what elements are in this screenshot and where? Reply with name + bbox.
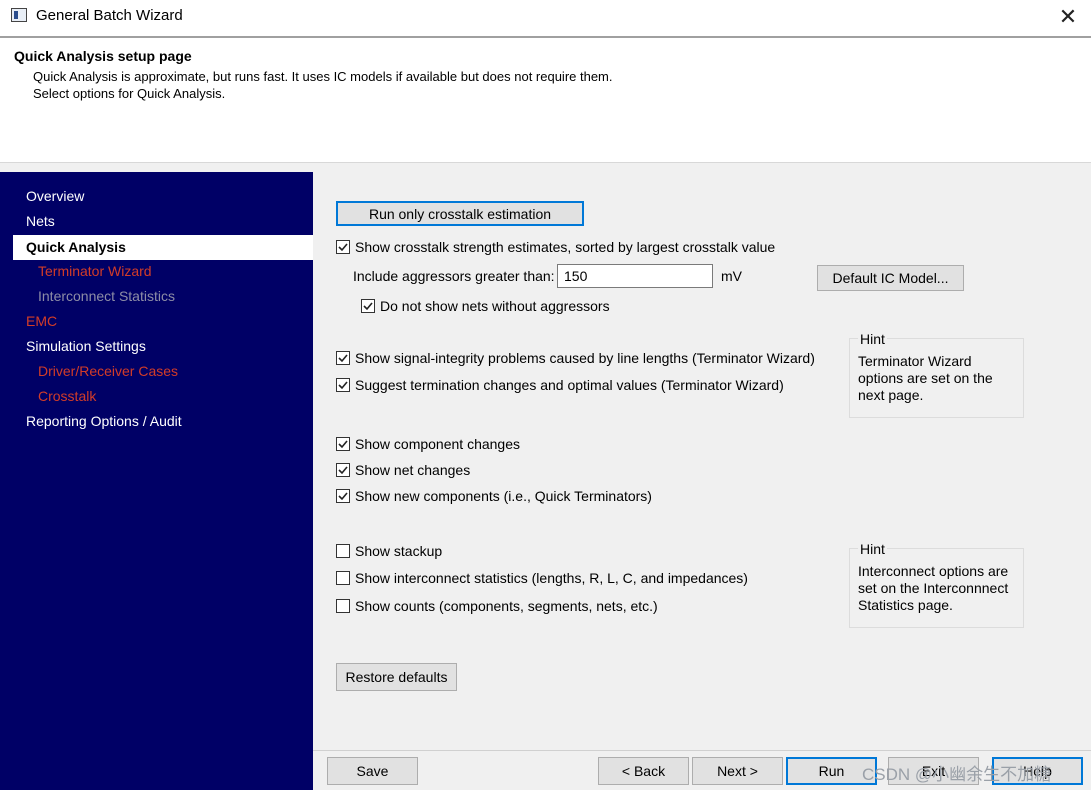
checkbox-label: Show crosstalk strength estimates, sorte… xyxy=(355,239,776,255)
interconnect-statistics-checkbox[interactable]: Show interconnect statistics (lengths, R… xyxy=(336,570,748,586)
title-bar: General Batch Wizard ✕ xyxy=(0,0,1091,36)
checkbox-box[interactable] xyxy=(336,489,350,503)
checkmark-icon xyxy=(363,302,373,311)
hint-text: Interconnect options are set on the Inte… xyxy=(858,563,1008,614)
checkbox-box[interactable] xyxy=(336,463,350,477)
termination-checkbox[interactable]: Suggest termination changes and optimal … xyxy=(336,377,784,393)
crosstalk-estimates-checkbox[interactable]: Show crosstalk strength estimates, sorte… xyxy=(336,239,775,255)
checkbox-label: Show signal-integrity problems caused by… xyxy=(355,350,815,366)
net-changes-checkbox[interactable]: Show net changes xyxy=(336,462,470,478)
checkbox-label: Show component changes xyxy=(355,436,520,452)
new-components-checkbox[interactable]: Show new components (i.e., Quick Termina… xyxy=(336,488,652,504)
watermark-text: CSDN @小幽余生不加糖 xyxy=(862,765,1052,784)
checkbox-label: Do not show nets without aggressors xyxy=(380,298,610,314)
hint-line: Terminator Wizard xyxy=(858,353,972,369)
app-icon xyxy=(11,8,27,22)
header-separator xyxy=(0,162,1091,172)
checkbox-box[interactable] xyxy=(336,544,350,558)
sidebar-item-nets[interactable]: Nets xyxy=(26,213,55,229)
hint-interconnect: Hint Interconnect options are set on the… xyxy=(849,541,1024,628)
page-description: Quick Analysis is approximate, but runs … xyxy=(33,69,613,84)
restore-defaults-button[interactable]: Restore defaults xyxy=(336,663,457,691)
checkmark-icon xyxy=(338,381,348,390)
next-button[interactable]: Next > xyxy=(692,757,783,785)
aggressor-unit: mV xyxy=(721,268,742,284)
checkmark-icon xyxy=(338,466,348,475)
footer-divider xyxy=(313,750,1091,751)
aggressor-threshold-input[interactable]: 150 xyxy=(557,264,713,288)
close-icon[interactable]: ✕ xyxy=(1045,0,1091,33)
checkbox-box[interactable] xyxy=(336,351,350,365)
checkbox-box[interactable] xyxy=(336,571,350,585)
save-button[interactable]: Save xyxy=(327,757,418,785)
hint-title: Hint xyxy=(858,541,887,557)
hint-terminator: Hint Terminator Wizard options are set o… xyxy=(849,331,1024,418)
component-changes-checkbox[interactable]: Show component changes xyxy=(336,436,520,452)
checkbox-label: Show counts (components, segments, nets,… xyxy=(355,598,658,614)
checkbox-box[interactable] xyxy=(336,599,350,613)
hint-line: set on the Interconnnect xyxy=(858,580,1009,596)
checkmark-icon xyxy=(338,492,348,501)
si-problems-checkbox[interactable]: Show signal-integrity problems caused by… xyxy=(336,350,815,366)
sidebar-item-driver-receiver-cases[interactable]: Driver/Receiver Cases xyxy=(38,363,178,379)
sidebar-item-quick-analysis[interactable]: Quick Analysis xyxy=(13,235,313,260)
window-title: General Batch Wizard xyxy=(36,7,183,24)
wizard-sidebar: Overview Nets Quick Analysis Terminator … xyxy=(0,172,313,790)
hint-title: Hint xyxy=(858,331,887,347)
checkbox-box[interactable] xyxy=(336,240,350,254)
checkmark-icon xyxy=(338,354,348,363)
checkmark-icon xyxy=(338,243,348,252)
counts-checkbox[interactable]: Show counts (components, segments, nets,… xyxy=(336,598,658,614)
sidebar-item-crosstalk[interactable]: Crosstalk xyxy=(38,388,96,404)
checkbox-label: Show net changes xyxy=(355,462,471,478)
content-panel: Run only crosstalk estimation Show cross… xyxy=(313,172,1091,790)
sidebar-item-terminator-wizard[interactable]: Terminator Wizard xyxy=(38,263,152,279)
no-aggressors-checkbox[interactable]: Do not show nets without aggressors xyxy=(361,298,610,314)
sidebar-item-emc[interactable]: EMC xyxy=(26,313,57,329)
hint-line: options are set on the xyxy=(858,370,993,386)
run-crosstalk-estimation-button[interactable]: Run only crosstalk estimation xyxy=(336,201,584,226)
sidebar-item-simulation-settings[interactable]: Simulation Settings xyxy=(26,338,146,354)
back-button[interactable]: < Back xyxy=(598,757,689,785)
hint-line: next page. xyxy=(858,387,924,403)
page-title: Quick Analysis setup page xyxy=(14,48,192,64)
page-header: Quick Analysis setup page Quick Analysis… xyxy=(0,38,1091,162)
checkbox-label: Show new components (i.e., Quick Termina… xyxy=(355,488,652,504)
hint-text: Terminator Wizard options are set on the… xyxy=(858,353,993,404)
checkmark-icon xyxy=(338,440,348,449)
sidebar-item-overview[interactable]: Overview xyxy=(26,188,84,204)
aggressor-threshold-label: Include aggressors greater than: xyxy=(353,268,555,284)
hint-line: Interconnect options are xyxy=(858,563,1009,579)
sidebar-item-interconnect-statistics[interactable]: Interconnect Statistics xyxy=(38,288,175,304)
checkbox-label: Suggest termination changes and optimal … xyxy=(355,377,784,393)
checkbox-box[interactable] xyxy=(336,378,350,392)
checkbox-label: Show interconnect statistics (lengths, R… xyxy=(355,570,748,586)
default-ic-model-button[interactable]: Default IC Model... xyxy=(817,265,964,291)
stackup-checkbox[interactable]: Show stackup xyxy=(336,543,442,559)
page-instruction: Select options for Quick Analysis. xyxy=(33,86,226,101)
sidebar-item-reporting-options[interactable]: Reporting Options / Audit xyxy=(26,413,182,429)
checkbox-box[interactable] xyxy=(336,437,350,451)
hint-line: Statistics page. xyxy=(858,597,953,613)
checkbox-box[interactable] xyxy=(361,299,375,313)
checkbox-label: Show stackup xyxy=(355,543,443,559)
